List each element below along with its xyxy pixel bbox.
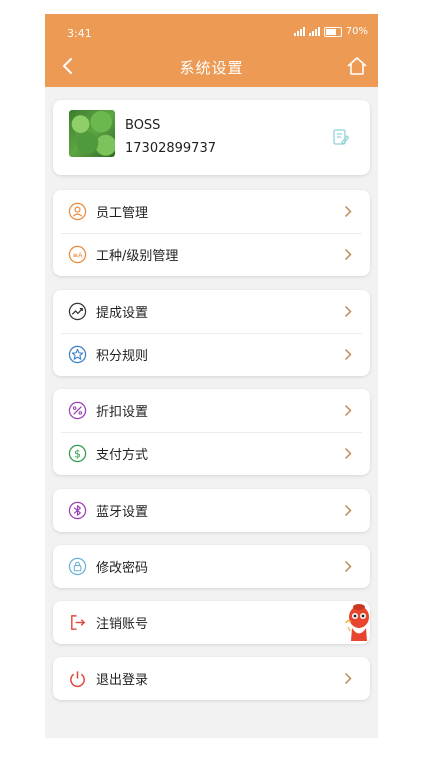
chevron-right-icon — [344, 305, 352, 318]
status-time: 3:41 — [67, 27, 92, 40]
menu-item-label: 员工管理 — [96, 206, 149, 221]
settings-group-staff: 员工管理 ≡A 工种/级别管理 — [53, 190, 370, 276]
home-icon[interactable] — [346, 56, 368, 76]
edit-icon[interactable] — [332, 128, 350, 146]
chevron-right-icon — [344, 560, 352, 573]
svg-text:$: $ — [74, 448, 81, 460]
level-icon: ≡A — [68, 245, 87, 264]
menu-item-cancel-account[interactable]: 注销账号 — [53, 601, 370, 644]
profile-card[interactable]: BOSS 17302899737 — [53, 100, 370, 175]
menu-item-bluetooth[interactable]: 蓝牙设置 — [53, 489, 370, 532]
settings-group-commission: 提成设置 积分规则 — [53, 290, 370, 376]
menu-item-change-password[interactable]: 修改密码 — [53, 545, 370, 588]
menu-item-label: 注销账号 — [96, 617, 149, 632]
battery-percent: 70% — [345, 26, 368, 37]
dollar-icon: $ — [68, 444, 87, 463]
menu-item-label: 积分规则 — [96, 349, 149, 364]
app-screen: 3:41 70% 系统设置 BOSS 17302899737 员工管理 ≡A 工… — [45, 14, 378, 738]
menu-item-points-rules[interactable]: 积分规则 — [53, 333, 370, 376]
menu-item-discount[interactable]: 折扣设置 — [53, 389, 370, 432]
profile-name: BOSS — [125, 118, 161, 133]
settings-group-payment: 折扣设置 $ 支付方式 — [53, 389, 370, 475]
menu-item-staff[interactable]: 员工管理 — [53, 190, 370, 233]
menu-item-label: 工种/级别管理 — [96, 249, 179, 264]
signal-icon — [308, 27, 320, 36]
lock-icon — [68, 557, 87, 576]
chevron-right-icon — [344, 447, 352, 460]
staff-icon — [68, 202, 87, 221]
chevron-right-icon — [344, 672, 352, 685]
profile-phone: 17302899737 — [125, 141, 216, 156]
battery-icon — [323, 26, 342, 37]
page-title: 系统设置 — [179, 59, 244, 77]
logout-icon — [71, 615, 86, 630]
menu-item-label: 修改密码 — [96, 561, 149, 576]
star-icon — [68, 345, 87, 364]
settings-group-bluetooth: 蓝牙设置 — [53, 489, 370, 532]
svg-text:≡A: ≡A — [72, 251, 83, 259]
bluetooth-icon — [68, 501, 87, 520]
menu-item-label: 支付方式 — [96, 448, 149, 463]
chevron-right-icon — [344, 404, 352, 417]
avatar — [69, 110, 115, 157]
menu-item-label: 退出登录 — [96, 673, 149, 688]
menu-item-logout[interactable]: 退出登录 — [53, 657, 370, 700]
power-icon — [70, 671, 85, 688]
menu-item-label: 提成设置 — [96, 306, 149, 321]
settings-group-password: 修改密码 — [53, 545, 370, 588]
chevron-right-icon — [344, 205, 352, 218]
chevron-right-icon — [344, 248, 352, 261]
chevron-right-icon — [344, 348, 352, 361]
trend-icon — [68, 302, 87, 321]
settings-group-logout: 退出登录 — [53, 657, 370, 700]
discount-icon — [68, 401, 87, 420]
menu-item-commission[interactable]: 提成设置 — [53, 290, 370, 333]
chevron-right-icon — [344, 504, 352, 517]
status-icons: 70% — [293, 26, 368, 37]
signal-icon — [293, 27, 305, 36]
menu-item-job-level[interactable]: ≡A 工种/级别管理 — [53, 233, 370, 276]
mascot-sticker — [345, 604, 369, 641]
menu-item-label: 蓝牙设置 — [96, 505, 149, 520]
menu-item-payment[interactable]: $ 支付方式 — [53, 432, 370, 475]
header: 3:41 70% 系统设置 — [45, 14, 378, 87]
settings-group-cancel-account: 注销账号 — [53, 601, 370, 644]
menu-item-label: 折扣设置 — [96, 405, 149, 420]
